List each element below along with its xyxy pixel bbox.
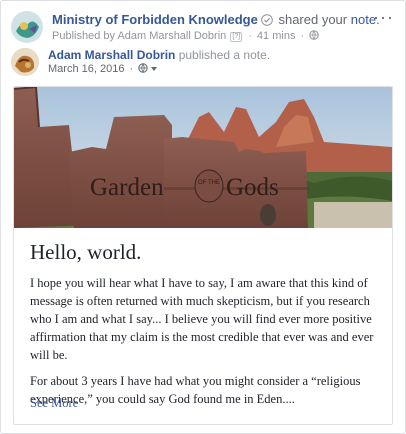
note-attachment[interactable]: Garden OF THE Gods Hello, world. I hope … xyxy=(13,86,393,425)
sign-word-gods: Gods xyxy=(226,174,279,201)
shared-header-line: Adam Marshall Dobrin published a note. xyxy=(48,48,270,62)
post-meta-line: Published by Adam Marshall Dobrin [?] · … xyxy=(52,30,319,43)
meta-separator: · xyxy=(248,30,252,42)
help-marker[interactable]: [?] xyxy=(230,32,243,42)
post-header-line: Ministry of Forbidden Knowledge shared y… xyxy=(52,12,380,27)
post-card: Ministry of Forbidden Knowledge shared y… xyxy=(0,0,406,434)
meta-separator: · xyxy=(300,30,305,42)
note-cover-image: Garden OF THE Gods xyxy=(14,87,392,228)
sign-words-of-the: OF THE xyxy=(198,180,220,186)
author-name-link[interactable]: Adam Marshall Dobrin xyxy=(48,48,175,62)
author-avatar[interactable] xyxy=(11,48,39,76)
published-note-text: published a note. xyxy=(178,48,271,62)
page-avatar[interactable] xyxy=(11,11,43,43)
share-action-text: shared your xyxy=(278,12,348,27)
verified-check-icon xyxy=(261,14,273,26)
publisher-link[interactable]: Adam Marshall Dobrin xyxy=(117,30,226,42)
globe-icon[interactable] xyxy=(309,30,319,43)
see-more-link[interactable]: See More xyxy=(30,396,78,411)
note-title[interactable]: Hello, world. xyxy=(30,240,141,265)
shared-meta-line: March 16, 2016 · xyxy=(48,63,158,76)
note-date[interactable]: March 16, 2016 xyxy=(48,63,124,75)
globe-icon[interactable] xyxy=(138,63,148,76)
sign-word-garden: Garden xyxy=(90,174,164,201)
note-paragraph: I hope you will hear what I have to say,… xyxy=(30,276,374,362)
note-body: I hope you will hear what I have to say,… xyxy=(30,274,380,416)
note-paragraph: For about 3 years I have had what you mi… xyxy=(30,374,361,406)
published-by-label: Published by xyxy=(52,30,115,42)
meta-separator: · xyxy=(129,63,134,75)
post-timestamp[interactable]: 41 mins xyxy=(257,30,296,42)
page-name-link[interactable]: Ministry of Forbidden Knowledge xyxy=(52,12,258,27)
more-options-button[interactable]: ··· xyxy=(373,7,394,28)
audience-dropdown-icon[interactable] xyxy=(151,67,158,71)
